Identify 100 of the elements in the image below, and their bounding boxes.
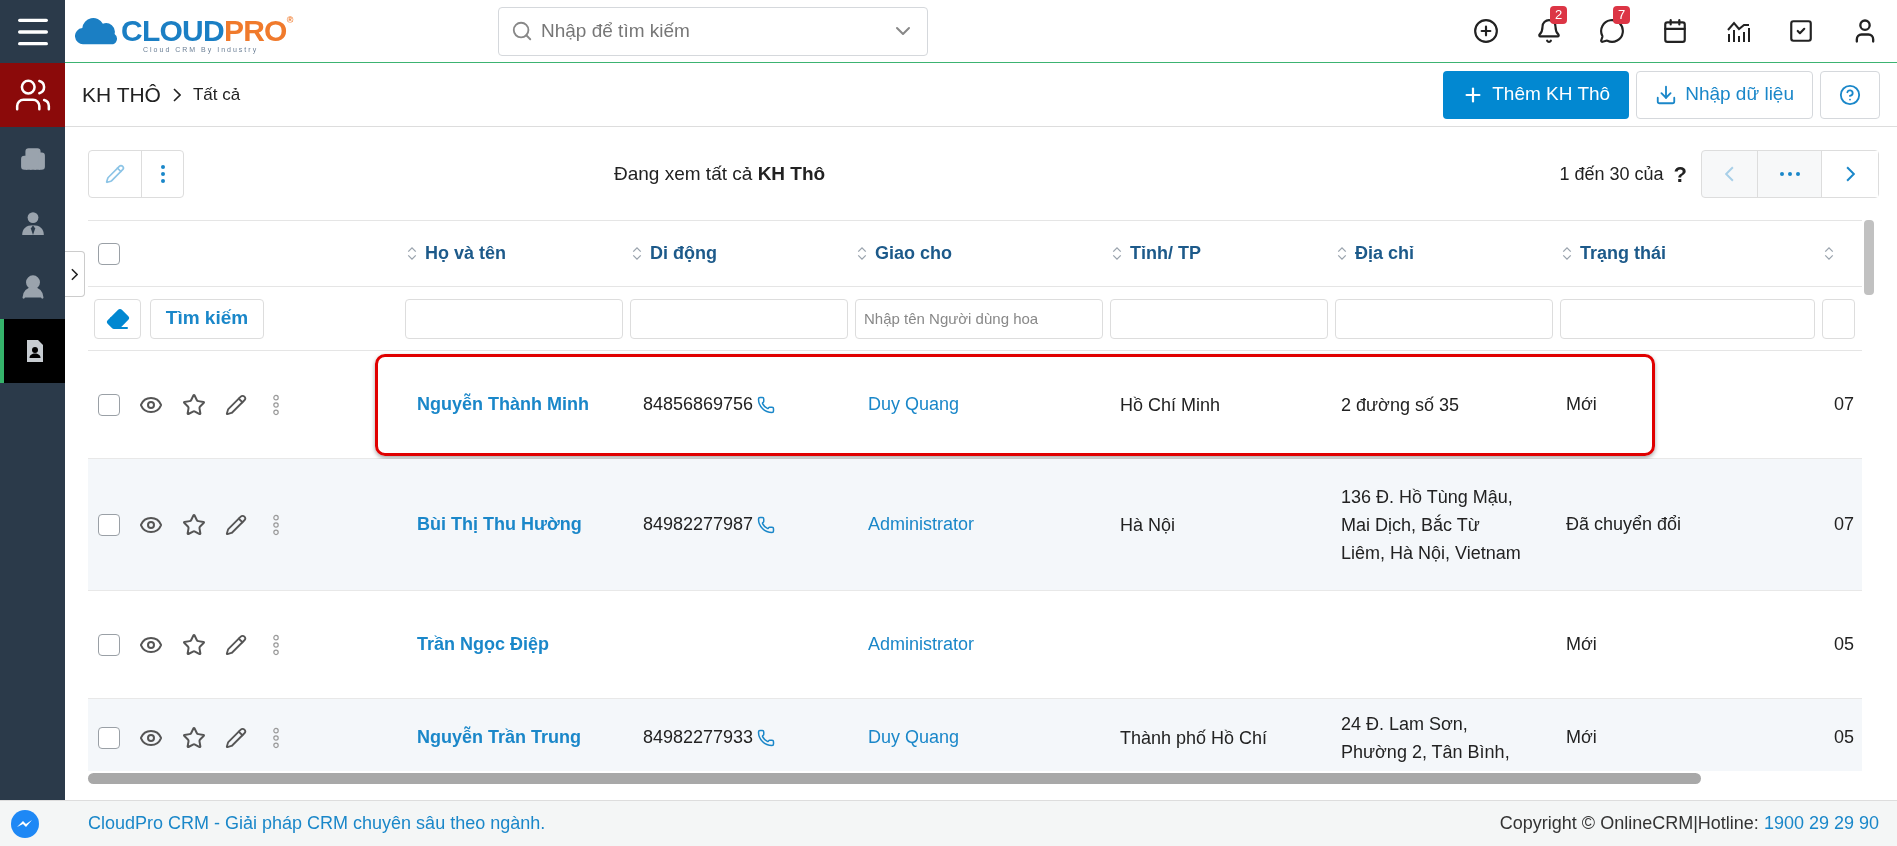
more-icon[interactable]: [272, 513, 280, 536]
checkbox[interactable]: [98, 726, 120, 749]
edit-icon[interactable]: [225, 726, 247, 749]
name-link[interactable]: Nguyễn Trần Trung: [417, 727, 581, 747]
edit-icon[interactable]: [225, 633, 247, 656]
messenger-icon[interactable]: [10, 808, 40, 839]
column-header[interactable]: Giao cho: [875, 240, 952, 267]
phone-icon[interactable]: [757, 395, 776, 414]
record-range: 1 đến 30 của: [1559, 162, 1664, 186]
more-icon[interactable]: [272, 633, 280, 656]
search-button[interactable]: Tìm kiếm: [150, 298, 264, 339]
assignee-link[interactable]: Duy Quang: [868, 727, 960, 747]
status-text: Mới: [1566, 634, 1597, 654]
person-icon: [19, 210, 46, 236]
more-icon[interactable]: [272, 393, 280, 416]
vertical-scrollbar[interactable]: [1864, 220, 1874, 295]
assignee-link[interactable]: Duy Quang: [868, 394, 960, 414]
phone-number: 84982277933: [643, 726, 754, 749]
clear-filter-button[interactable]: [94, 298, 141, 339]
address-text: 24 Đ. Lam Sơn, Phường 2, Tân Bình,: [1341, 712, 1511, 764]
help-button[interactable]: [1820, 70, 1880, 119]
total-count[interactable]: ?: [1673, 157, 1687, 191]
cell-text: 07: [1834, 394, 1855, 414]
add-icon[interactable]: [1473, 18, 1499, 44]
task-icon[interactable]: [1788, 18, 1814, 44]
column-header[interactable]: Trạng thái: [1580, 240, 1666, 267]
cell-text: 05: [1834, 634, 1855, 654]
edit-icon[interactable]: [225, 513, 247, 536]
filter-field[interactable]: [405, 298, 623, 339]
filter-field[interactable]: Nhập tên Người dùng hoa: [855, 298, 1103, 339]
sort-icon[interactable]: [1824, 246, 1834, 261]
search-field[interactable]: Nhập để tìm kiếm: [498, 6, 928, 56]
assignee-link[interactable]: Administrator: [868, 514, 975, 534]
sort-icon[interactable]: [407, 246, 417, 261]
star-icon[interactable]: [182, 725, 206, 750]
filter-field[interactable]: [1110, 298, 1328, 339]
copyright-text: Copyright © OnlineCRM|Hotline:: [1499, 812, 1760, 835]
province-text: Thành phố Hồ Chí: [1120, 727, 1268, 748]
star-icon[interactable]: [182, 512, 206, 537]
help-icon: [1839, 83, 1861, 106]
cell-text: 05: [1834, 727, 1855, 747]
name-link[interactable]: Nguyễn Thành Minh: [417, 394, 589, 414]
phone-icon[interactable]: [757, 515, 776, 534]
star-icon[interactable]: [182, 632, 206, 657]
breadcrumb-item[interactable]: Tất cả: [192, 81, 241, 108]
logo-text: CLOUD: [121, 16, 224, 46]
view-title: Đang xem tất cả KH Thô: [614, 161, 826, 186]
checkbox[interactable]: [98, 242, 120, 265]
filter-field[interactable]: [1560, 298, 1815, 339]
checkbox[interactable]: [98, 513, 120, 536]
search-input[interactable]: Nhập để tìm kiếm: [541, 16, 883, 46]
sidebar-item[interactable]: [0, 63, 65, 127]
column-header[interactable]: Họ và tên: [425, 240, 507, 267]
collapse-toggle[interactable]: [65, 251, 85, 297]
status-text: Mới: [1566, 727, 1597, 747]
checkbox[interactable]: [98, 633, 120, 656]
ellipsis-icon: [1779, 172, 1800, 176]
filter-field[interactable]: [1822, 298, 1855, 339]
message-badge: 7: [1613, 6, 1631, 24]
horizontal-scrollbar[interactable]: [88, 773, 1701, 784]
phone-icon[interactable]: [757, 728, 776, 747]
eraser-icon: [105, 306, 130, 331]
add-button[interactable]: Thêm KH Thô: [1443, 70, 1630, 119]
module-title[interactable]: KH THÔ: [82, 78, 161, 111]
star-icon[interactable]: [182, 392, 206, 417]
chevron-left-icon: [1725, 166, 1734, 182]
sort-icon[interactable]: [1562, 246, 1572, 261]
column-header[interactable]: Di động: [650, 240, 717, 267]
more-icon[interactable]: [272, 726, 280, 749]
name-link[interactable]: Bùi Thị Thu Hường: [417, 514, 582, 534]
sort-icon[interactable]: [857, 246, 867, 261]
footer-slogan[interactable]: CloudPro CRM - Giải pháp CRM chuyên sâu theo ngành.: [88, 810, 546, 837]
chevron-icon: [172, 87, 181, 102]
address-text: 2 đường số 35: [1341, 393, 1460, 417]
more-vertical-icon: [160, 165, 165, 183]
address-text: 136 Đ. Hồ Tùng Mậu, Mai Dịch, Bắc Từ Liêm, Hà Nội, Vietnam: [1341, 485, 1522, 565]
calendar-icon[interactable]: [1662, 18, 1688, 44]
column-header[interactable]: Tỉnh/ TP: [1130, 240, 1201, 267]
status-text: Đã chuyển đổi: [1566, 514, 1682, 534]
logo-text: PRO: [223, 16, 287, 46]
name-link[interactable]: Trần Ngọc Điệp: [417, 634, 550, 654]
import-button[interactable]: Nhập dữ liệu: [1636, 70, 1813, 119]
sort-icon[interactable]: [632, 246, 642, 261]
chat-icon[interactable]: [1599, 18, 1625, 44]
filter-field[interactable]: [1335, 298, 1553, 339]
phone-number: 84982277987: [643, 513, 754, 536]
filter-field[interactable]: [630, 298, 848, 339]
sort-icon[interactable]: [1112, 246, 1122, 261]
bell-icon[interactable]: [1536, 18, 1562, 44]
sort-icon[interactable]: [1337, 246, 1347, 261]
pencil-icon: [105, 164, 125, 184]
search-icon: [511, 20, 533, 42]
column-header[interactable]: Địa chỉ: [1355, 240, 1415, 267]
assignee-link[interactable]: Administrator: [868, 634, 975, 654]
checkbox[interactable]: [98, 393, 120, 416]
status-text: Mới: [1566, 394, 1597, 414]
sidebar-item[interactable]: [0, 319, 65, 383]
edit-icon[interactable]: [225, 393, 247, 416]
hotline-link[interactable]: 1900 29 29 90: [1763, 810, 1879, 837]
cell-text: 07: [1834, 514, 1855, 534]
